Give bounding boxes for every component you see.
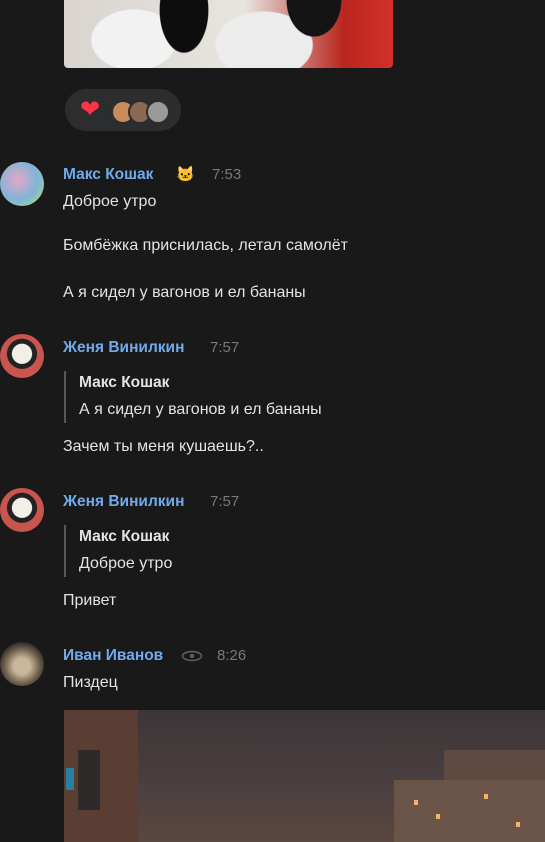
message-time: 7:53 [212,166,242,183]
lit-window [414,800,418,805]
reactor-avatar [146,100,170,124]
avatar[interactable] [0,334,44,378]
building-right [394,780,545,842]
photo-attachment[interactable] [64,0,393,68]
message-text: Привет [63,592,117,609]
avatar[interactable] [0,642,44,686]
message-time: 7:57 [210,339,240,356]
reply-author[interactable]: Макс Кошак [79,374,169,392]
message-text: А я сидел у вагонов и ел бананы [63,284,306,301]
photo-attachment[interactable] [64,710,545,842]
cat-face-icon: 🐱 [176,166,195,183]
building-right-upper [444,750,545,780]
heart-reaction-icon: ❤ [79,96,101,123]
lit-window [436,814,440,819]
lit-window [516,822,520,827]
reply-text[interactable]: Доброе утро [79,555,172,573]
author-name[interactable]: Женя Винилкин [63,339,184,357]
reply-text[interactable]: А я сидел у вагонов и ел бананы [79,401,322,419]
message-text: Бомбёжка приснилась, летал самолёт [63,237,348,254]
author-name[interactable]: Иван Иванов [63,647,163,665]
avatar[interactable] [0,488,44,532]
reply-author[interactable]: Макс Кошак [79,528,169,546]
reply-quote-bar [64,371,66,423]
reply-quote-bar [64,525,66,577]
building-left [64,710,138,842]
message-text: Зачем ты меня кушаешь?.. [63,438,264,455]
message-time: 8:26 [217,647,247,664]
sign [66,768,74,790]
message-text: Доброе утро [63,193,157,210]
author-name[interactable]: Макс Кошак [63,166,153,184]
eye-icon [181,650,203,662]
message-time: 7:57 [210,493,240,510]
author-name[interactable]: Женя Винилкин [63,493,184,511]
lit-window [484,794,488,799]
message-text: Пиздец [63,674,118,691]
window [78,750,100,810]
avatar[interactable] [0,162,44,206]
